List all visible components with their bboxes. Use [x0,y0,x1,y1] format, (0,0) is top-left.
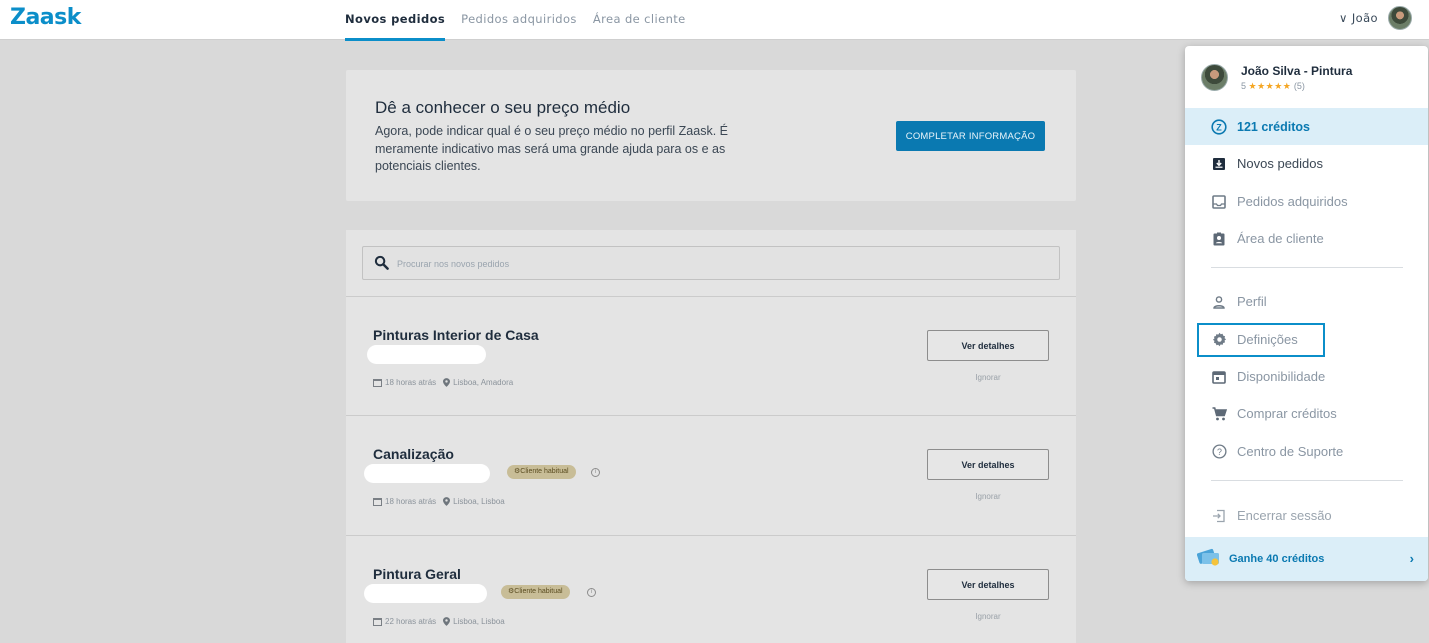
credits-item[interactable]: Z 121 créditos [1185,108,1428,145]
redacted-client-name [367,345,486,364]
nav-tab-pedidos-adquiridos[interactable]: Pedidos adquiridos [461,0,577,40]
location-pin-icon [443,378,451,387]
request-row: Canalização ⚙Cliente habitual i 18 horas… [346,415,1076,534]
view-details-button[interactable]: Ver detalhes [927,449,1049,480]
menu-item-centro-suporte[interactable]: ? Centro de Suporte [1185,433,1428,470]
complete-info-button[interactable]: COMPLETAR INFORMAÇÃO [896,121,1045,151]
request-time: 18 horas atrás [385,378,437,387]
inbox-download-icon [1211,156,1227,172]
view-details-button[interactable]: Ver detalhes [927,330,1049,361]
user-menu-toggle[interactable]: ∨ João [1339,6,1412,30]
search-input[interactable] [397,255,997,273]
menu-divider [1211,267,1403,268]
search-icon [374,255,389,270]
zaask-logo[interactable]: Zaask [10,5,81,30]
calendar-icon [373,378,382,387]
help-icon: ? [1211,444,1227,460]
ignore-link[interactable]: Ignorar [927,612,1049,621]
price-info-card: Dê a conhecer o seu preço médio Agora, p… [346,70,1076,201]
info-card-title: Dê a conhecer o seu preço médio [375,98,631,117]
svg-text:Z: Z [1216,122,1222,132]
inbox-icon [1211,194,1227,210]
chevron-down-icon: ∨ [1338,11,1348,25]
menu-item-disponibilidade[interactable]: Disponibilidade [1185,358,1428,395]
user-icon [1211,294,1227,310]
svg-text:?: ? [1217,447,1222,457]
info-icon[interactable]: i [587,588,596,597]
credits-icon: Z [1211,118,1227,135]
request-row: Pinturas Interior de Casa 18 horas atrás… [346,296,1076,415]
request-location: Lisboa, Lisboa [453,617,505,626]
info-icon[interactable]: i [591,468,600,477]
cart-icon [1211,406,1227,422]
request-location: Lisboa, Lisboa [453,497,505,506]
menu-divider [1211,480,1403,481]
menu-item-logout[interactable]: Encerrar sessão [1185,497,1428,534]
calendar-icon [1211,369,1227,385]
profile-name: João Silva - Pintura [1241,64,1353,78]
info-card-text: Agora, pode indicar qual é o seu preço m… [375,124,728,173]
request-meta: 18 horas atrás Lisboa, Amadora [373,378,513,387]
main-nav: Novos pedidos Pedidos adquiridos Área de… [345,0,702,41]
request-location: Lisboa, Amadora [453,378,514,387]
request-time: 18 horas atrás [385,497,437,506]
request-title[interactable]: Canalização [373,446,454,462]
badge-icon [1211,231,1227,247]
request-meta: 22 horas atrás Lisboa, Lisboa [373,617,505,626]
nav-tab-area-cliente[interactable]: Área de cliente [593,0,686,40]
returning-client-badge: ⚙Cliente habitual [501,585,570,599]
location-pin-icon [443,497,451,506]
user-dropdown-menu: João Silva - Pintura 5 ★★★★★ (5) Z 121 c… [1185,46,1428,581]
menu-item-perfil[interactable]: Perfil [1185,283,1428,320]
menu-item-area-cliente[interactable]: Área de cliente [1185,220,1428,257]
location-pin-icon [443,617,451,626]
requests-list: Pinturas Interior de Casa 18 horas atrás… [346,230,1076,643]
avatar [1201,64,1228,91]
menu-item-pedidos-adquiridos[interactable]: Pedidos adquiridos [1185,183,1428,220]
menu-item-novos-pedidos[interactable]: Novos pedidos [1185,145,1428,182]
logout-icon [1211,508,1227,524]
top-navbar: Zaask Novos pedidos Pedidos adquiridos Á… [0,0,1429,41]
nav-tab-novos-pedidos[interactable]: Novos pedidos [345,0,446,41]
chevron-right-icon: › [1409,551,1414,566]
star-icon: ★★★★★ [1248,81,1292,91]
menu-item-comprar-creditos[interactable]: Comprar créditos [1185,395,1428,432]
definicoes-highlight-box [1197,323,1325,357]
redacted-client-name [364,464,490,483]
earn-credits-banner[interactable]: Ganhe 40 créditos › [1185,537,1428,581]
request-row: Pintura Geral ⚙Cliente habitual i 22 hor… [346,535,1076,643]
request-title[interactable]: Pintura Geral [373,566,461,582]
request-time: 22 horas atrás [385,617,437,626]
request-title[interactable]: Pinturas Interior de Casa [373,327,539,343]
calendar-icon [373,617,382,626]
avatar[interactable] [1388,6,1412,30]
ignore-link[interactable]: Ignorar [927,373,1049,382]
earn-credits-label: Ganhe 40 créditos [1229,553,1325,565]
ignore-link[interactable]: Ignorar [927,492,1049,501]
request-meta: 18 horas atrás Lisboa, Lisboa [373,497,505,506]
calendar-icon [373,497,382,506]
redacted-client-name [364,584,487,603]
user-menu-label: ∨ João [1338,11,1378,25]
credit-cards-icon [1196,547,1221,572]
view-details-button[interactable]: Ver detalhes [927,569,1049,600]
dropdown-profile-header: João Silva - Pintura 5 ★★★★★ (5) [1185,46,1428,108]
search-bar[interactable] [362,246,1060,280]
returning-client-badge: ⚙Cliente habitual [507,465,576,479]
profile-rating: 5 ★★★★★ (5) [1241,81,1305,91]
